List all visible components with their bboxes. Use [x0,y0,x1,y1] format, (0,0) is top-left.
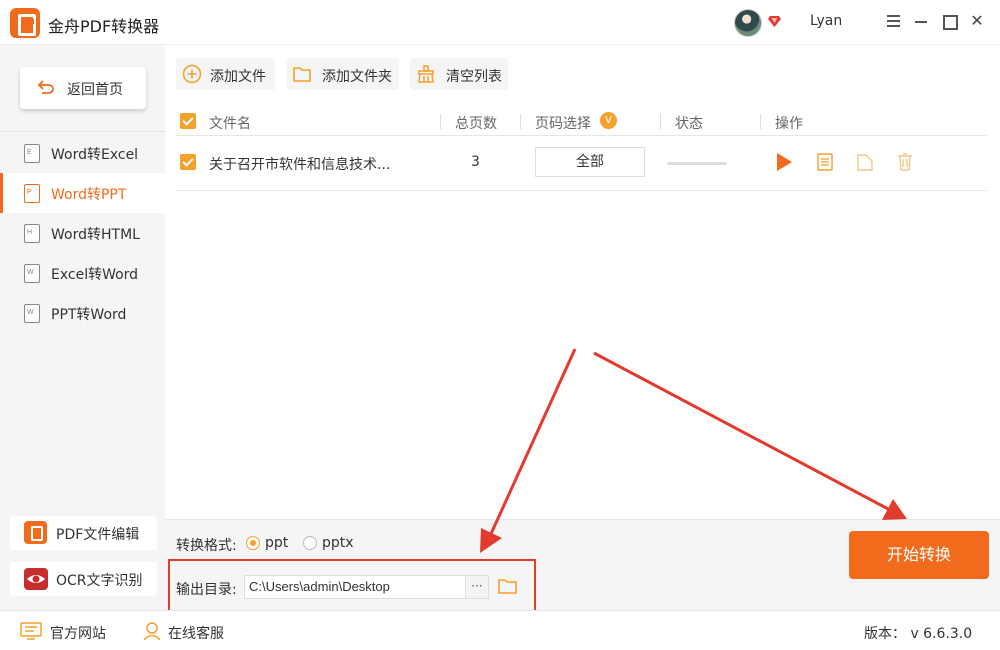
pdf-edit-label: PDF文件编辑 [56,527,140,543]
clear-list-button[interactable]: 清空列表 [410,58,508,90]
output-path-input[interactable]: C:\Users\admin\Desktop [244,575,466,599]
sidebar-divider [0,131,165,132]
ocr-button[interactable]: OCR文字识别 [10,562,157,596]
file-detail-icon[interactable] [816,152,834,172]
file-name: 关于召开市软件和信息技术... [209,157,391,173]
status-progress-bar [667,162,727,165]
broom-icon [418,65,434,83]
online-support-link[interactable]: 在线客服 [168,623,224,643]
username[interactable]: Lyan [810,13,842,29]
table-row: 关于召开市软件和信息技术... 3 全部 [175,137,987,191]
start-convert-button[interactable]: 开始转换 [849,531,989,579]
customer-service-icon [143,622,161,641]
open-folder-icon[interactable] [856,152,874,172]
sidebar-item-label: Word转HTML [51,227,140,243]
close-icon[interactable]: ✕ [968,12,986,30]
user-avatar[interactable] [734,9,762,37]
row-checkbox[interactable] [180,154,196,170]
delete-icon[interactable] [896,152,914,172]
arrow-head-start-button [882,499,907,520]
version-text: 版本： v 6.6.3.0 [864,626,973,642]
pdf-edit-button[interactable]: PDF文件编辑 [10,516,157,550]
header-divider [440,114,441,129]
sidebar-item-label: PPT转Word [51,307,127,323]
official-website-link[interactable]: 官方网站 [50,623,106,643]
add-file-label: 添加文件 [210,69,266,85]
word-doc-icon [24,144,40,163]
arrow-to-start-button [593,351,891,512]
arrow-to-output-dir [488,348,577,537]
format-radio-pptx[interactable] [303,536,317,550]
page-count: 3 [471,154,480,170]
sidebar-item-word-to-html[interactable]: Word转HTML [0,213,165,253]
add-folder-label: 添加文件夹 [322,69,392,85]
clear-list-label: 清空列表 [446,69,502,85]
table-header: 文件名 总页数 页码选择 状态 操作 [175,108,987,136]
back-home-button[interactable]: 返回首页 [20,67,146,109]
sidebar-item-label: Word转Excel [51,147,139,163]
play-icon[interactable] [775,152,793,172]
open-output-folder-icon[interactable] [497,576,519,596]
header-pages: 总页数 [455,116,497,132]
folder-icon [293,67,311,82]
format-option-ppt[interactable]: ppt [265,535,288,551]
sidebar-item-excel-to-word[interactable]: Excel转Word [0,253,165,293]
select-all-checkbox[interactable] [180,113,196,129]
monitor-icon [20,622,42,640]
app-title: 金舟PDF转换器 [48,17,160,36]
browse-button[interactable]: ··· [466,575,489,599]
header-divider [520,114,521,129]
header-page-select: 页码选择 [535,116,591,132]
title-bar: 金舟PDF转换器 Lyan ✕ [0,0,1000,45]
back-arrow-icon [37,80,54,94]
sidebar-item-ppt-to-word[interactable]: PPT转Word [0,293,165,333]
word-doc-icon [24,224,40,243]
sidebar-item-label: Word转PPT [51,187,127,203]
ocr-label: OCR文字识别 [56,573,143,589]
word-doc-icon [24,184,40,203]
back-home-label: 返回首页 [67,82,123,98]
excel-doc-icon [24,264,40,283]
minimize-icon[interactable] [912,12,930,30]
header-filename: 文件名 [209,116,251,132]
eye-icon [24,568,48,590]
app-logo-icon [10,8,40,38]
add-file-button[interactable]: 添加文件 [176,58,275,90]
add-folder-button[interactable]: 添加文件夹 [286,58,399,90]
format-radio-ppt[interactable] [246,536,260,550]
page-range-select[interactable]: 全部 [535,147,645,177]
output-dir-label: 输出目录: [176,582,237,598]
header-actions: 操作 [775,116,803,132]
pdf-edit-icon [24,521,47,544]
header-status: 状态 [675,116,703,132]
menu-icon[interactable] [884,12,902,30]
add-circle-icon [182,64,202,84]
vip-diamond-icon[interactable] [768,15,781,28]
sidebar-item-word-to-excel[interactable]: Word转Excel [0,133,165,173]
format-option-pptx[interactable]: pptx [322,535,354,551]
header-divider [760,114,761,129]
maximize-icon[interactable] [940,12,958,30]
ppt-doc-icon [24,304,40,323]
format-label: 转换格式: [176,538,237,554]
header-divider [660,114,661,129]
footer: 官方网站 在线客服 版本： v 6.6.3.0 [0,610,1000,650]
sidebar-item-label: Excel转Word [51,267,139,283]
page-select-help-badge[interactable]: V [600,112,617,129]
sidebar-item-word-to-ppt[interactable]: Word转PPT [0,173,165,213]
